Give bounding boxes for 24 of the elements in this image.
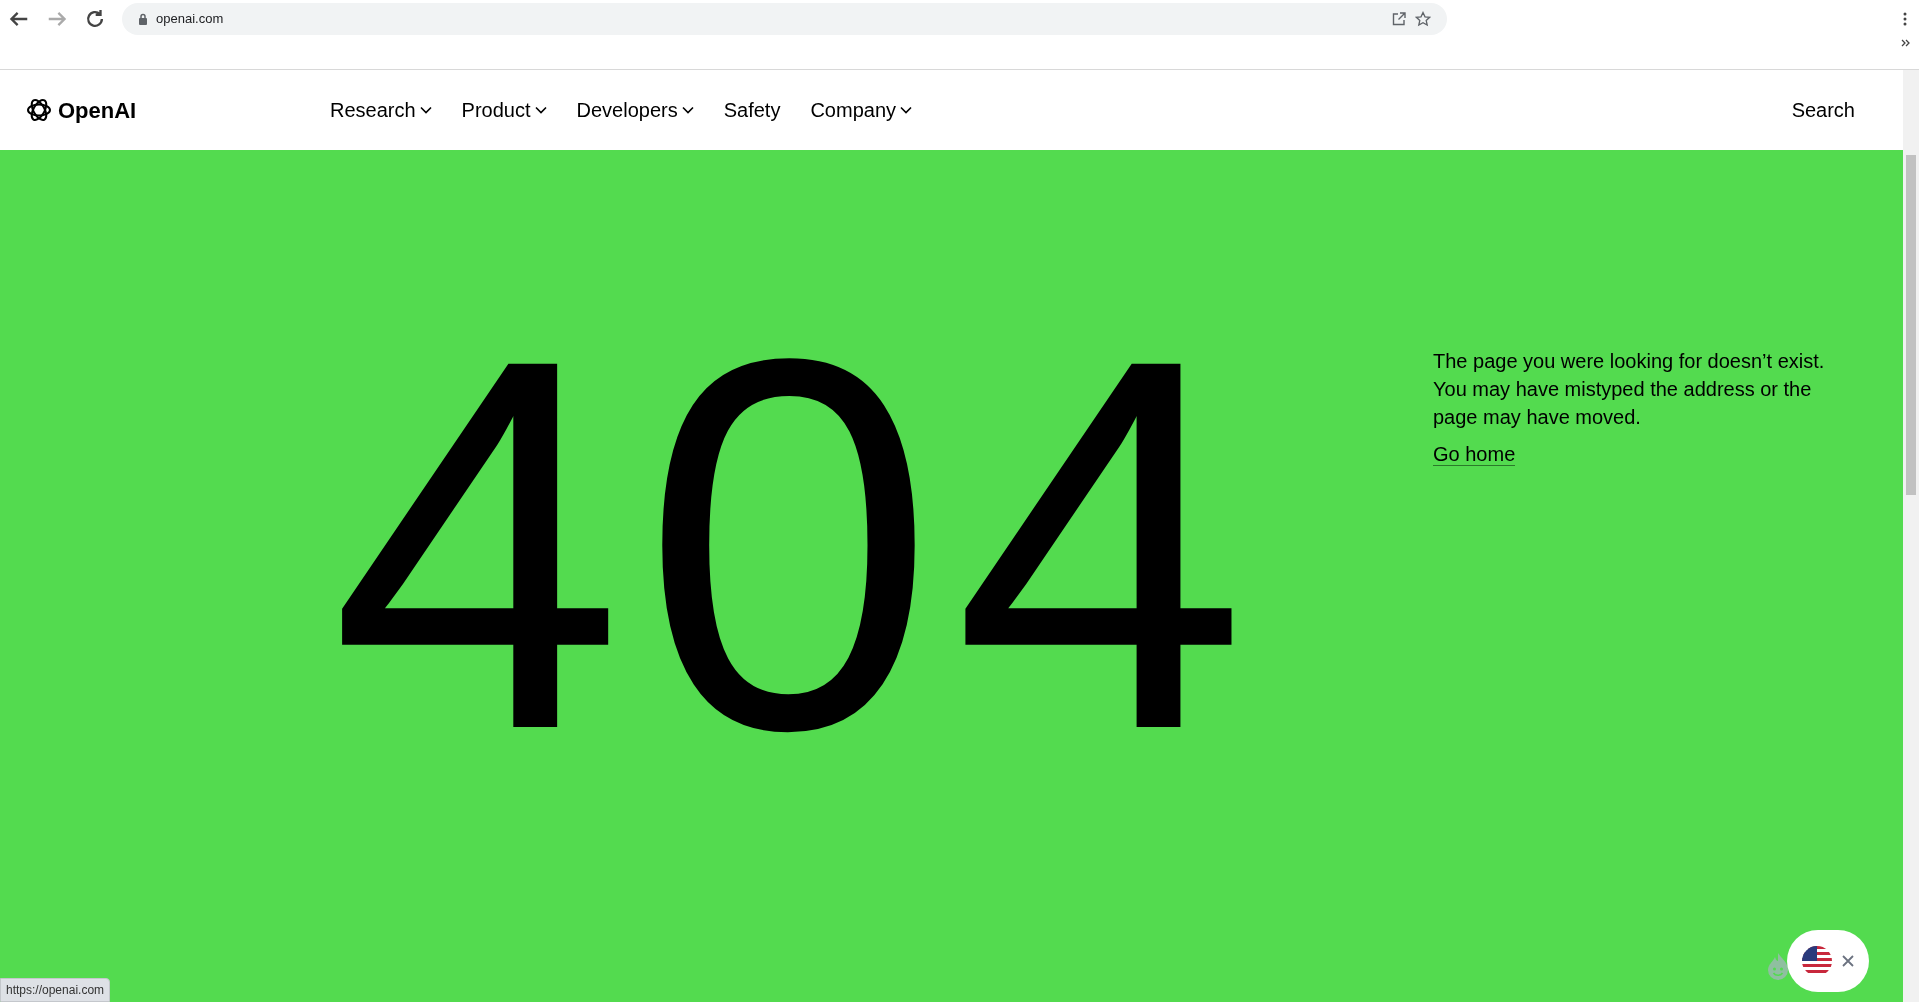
star-icon[interactable]	[1415, 11, 1431, 27]
status-url: https://openai.com	[0, 978, 111, 1002]
chevron-icon[interactable]	[1901, 38, 1911, 48]
search-link[interactable]: Search	[1791, 91, 1855, 129]
nav-link[interactable]: Developers	[576, 91, 694, 129]
reload-icon[interactable]	[84, 8, 106, 30]
nav-link[interactable]: Research	[330, 91, 432, 129]
chevron-down-icon	[681, 106, 694, 114]
nav-link[interactable]: Product	[461, 91, 547, 129]
lock-icon	[138, 13, 148, 25]
chevron-down-icon	[900, 106, 913, 114]
error-message: The page you were looking for doesn’t exist. You may have mistyped the address or the page may have moved.	[1433, 349, 1826, 430]
error-code: 404	[330, 280, 1265, 841]
nav-link[interactable]: Company	[810, 91, 913, 129]
address-bar[interactable]: openai.com	[122, 3, 1447, 35]
close-icon[interactable]	[1842, 955, 1854, 967]
chevron-down-icon	[534, 106, 547, 114]
go-home-link[interactable]: Go home	[1433, 443, 1516, 466]
flag-icon[interactable]	[1802, 946, 1832, 976]
chevron-down-icon	[419, 106, 432, 114]
menu-icon[interactable]	[1903, 12, 1907, 26]
logo-text[interactable]: OpenAI	[58, 93, 137, 127]
nav-link[interactable]: Safety	[723, 91, 781, 129]
share-icon[interactable]	[1391, 11, 1407, 27]
